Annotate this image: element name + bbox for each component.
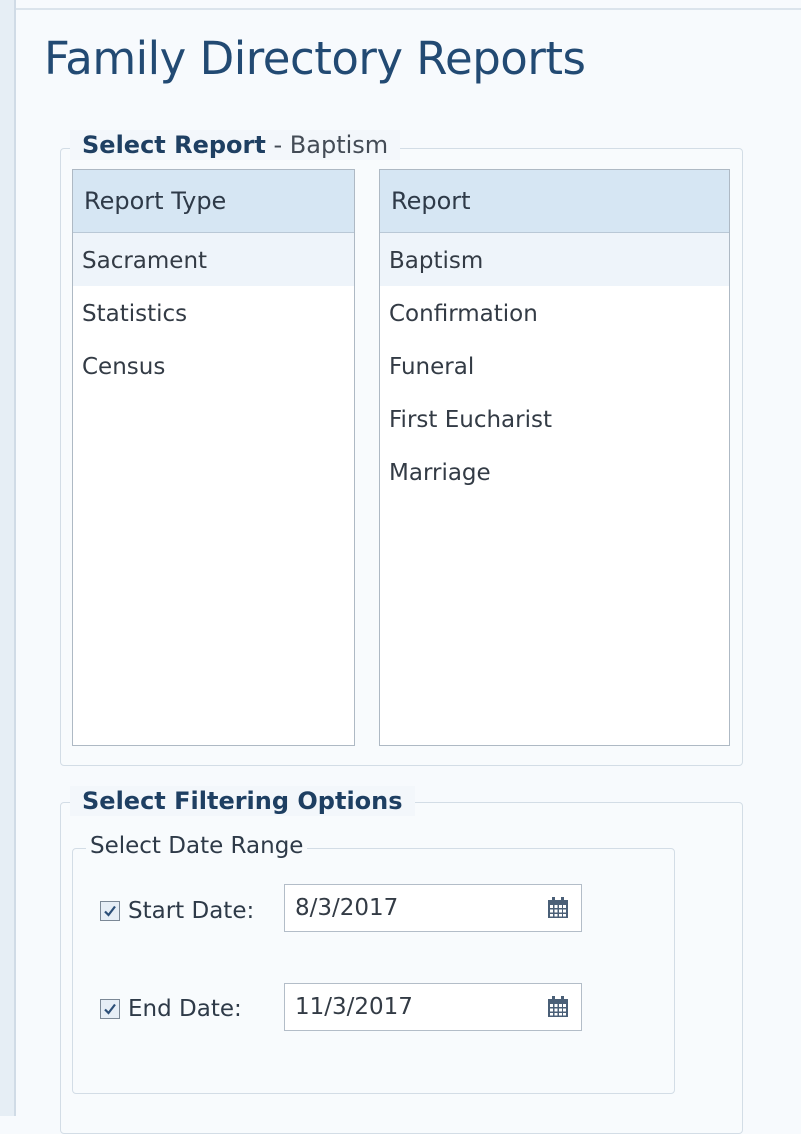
report-header: Report [380,170,729,233]
report-item[interactable]: Confirmation [380,286,729,339]
select-report-legend: Select Report - Baptism [70,130,401,160]
checkmark-icon [104,905,116,917]
top-divider [16,8,801,10]
select-report-legend-title: Select Report [82,131,266,159]
end-date-label: End Date: [128,996,242,1022]
start-date-calendar-button[interactable] [543,893,573,923]
start-date-input[interactable]: 8/3/2017 [284,884,582,932]
report-type-header: Report Type [73,170,354,233]
checkmark-icon [104,1003,116,1015]
date-range-legend: Select Date Range [86,832,308,860]
end-date-calendar-button[interactable] [543,992,573,1022]
page-title: Family Directory Reports [44,32,586,85]
report-item[interactable]: Baptism [380,233,729,286]
calendar-icon [548,897,568,918]
end-date-input[interactable]: 11/3/2017 [284,983,582,1031]
filtering-options-legend: Select Filtering Options [70,786,415,816]
report-list[interactable]: Report Baptism Confirmation Funeral Firs… [379,169,730,746]
report-type-item[interactable]: Sacrament [73,233,354,286]
end-date-value: 11/3/2017 [295,994,413,1020]
select-report-legend-selected: Baptism [289,131,389,159]
start-date-checkbox[interactable] [100,901,120,921]
calendar-icon [548,996,568,1017]
filtering-options-legend-title: Select Filtering Options [82,787,403,815]
left-rail [0,0,16,1116]
start-date-row: Start Date: [100,886,254,936]
report-item[interactable]: Funeral [380,339,729,392]
start-date-label: Start Date: [128,898,255,924]
select-report-legend-separator: - [265,131,290,159]
report-item[interactable]: Marriage [380,445,729,498]
end-date-row: End Date: [100,984,242,1034]
start-date-value: 8/3/2017 [295,895,399,921]
report-type-item[interactable]: Census [73,339,354,392]
report-type-list[interactable]: Report Type Sacrament Statistics Census [72,169,355,746]
report-item[interactable]: First Eucharist [380,392,729,445]
report-type-item[interactable]: Statistics [73,286,354,339]
end-date-checkbox[interactable] [100,999,120,1019]
